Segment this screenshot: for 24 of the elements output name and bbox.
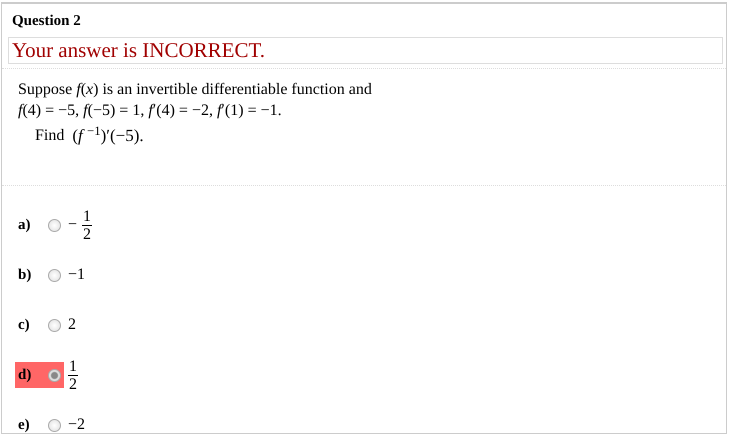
- find-label: Find: [35, 126, 64, 146]
- denominator: 2: [69, 376, 77, 392]
- denominator: 2: [83, 226, 92, 242]
- option-letter: d): [18, 366, 32, 385]
- option-value: −2: [68, 415, 86, 433]
- minus-sign: −: [68, 215, 78, 235]
- numerator: 1: [68, 358, 78, 376]
- option-value: −1: [68, 265, 86, 285]
- question-title: Question 2: [11, 12, 82, 31]
- radio-button[interactable]: [48, 418, 61, 432]
- question-text: Suppose f(x) is an invertible differentiable function and: [18, 80, 372, 100]
- question-text: f(4) = −5, f(−5) = 1, f′(4) = −2, f′(1) = −1.: [18, 101, 282, 121]
- radio-button[interactable]: [48, 318, 61, 332]
- radio-button[interactable]: [48, 218, 61, 232]
- option-letter: c): [18, 316, 31, 335]
- option-letter: e): [18, 416, 31, 433]
- option-value: 2: [68, 315, 76, 335]
- option-letter: a): [18, 216, 32, 235]
- math-expression: (f $^{−1}$)′(−5).: [72, 125, 144, 146]
- radio-button[interactable]: [48, 368, 61, 382]
- feedback-message: Your answer is INCORRECT.: [8, 37, 723, 64]
- radio-button[interactable]: [48, 268, 61, 282]
- numerator: 1: [82, 208, 92, 226]
- option-letter: b): [18, 266, 32, 285]
